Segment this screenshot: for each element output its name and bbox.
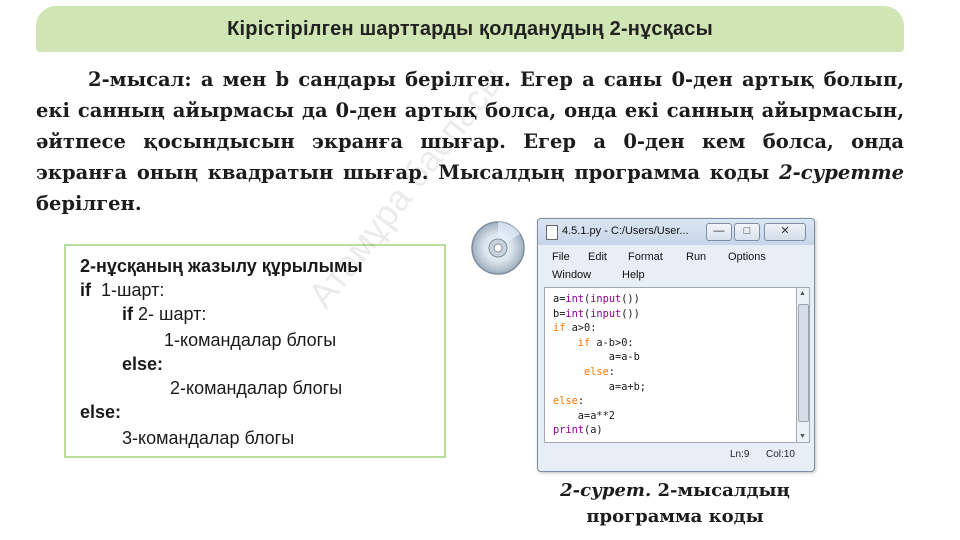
- keyword-if: if: [80, 280, 91, 300]
- scroll-down-arrow-icon[interactable]: ▼: [799, 433, 806, 440]
- window-titlebar[interactable]: 4.5.1.py - C:/Users/User... — □ ✕: [538, 219, 814, 245]
- close-button[interactable]: ✕: [764, 223, 806, 241]
- code-line: if a>0:: [553, 322, 597, 335]
- figure-caption: 2-сурет. 2-мысалдың программа коды: [540, 478, 810, 530]
- code-line: a=a-b: [553, 351, 640, 364]
- code-line: b=int(input()): [553, 307, 640, 320]
- section-title: Кірістірілген шарттарды қолданудың 2-нұс…: [227, 17, 713, 40]
- block-3: 3-командалар блогы: [122, 428, 295, 448]
- syntax-line-if1: if 1-шарт:: [80, 280, 164, 301]
- scrollbar-thumb[interactable]: [798, 304, 809, 422]
- code-line: else:: [553, 365, 615, 378]
- menu-format[interactable]: Format: [628, 251, 663, 263]
- keyword-else-outer: else:: [80, 402, 122, 422]
- menu-options[interactable]: Options: [728, 251, 766, 263]
- maximize-button[interactable]: □: [734, 223, 760, 241]
- keyword-else-inner: else:: [122, 354, 164, 374]
- menu-edit[interactable]: Edit: [588, 251, 607, 263]
- menu-help[interactable]: Help: [622, 269, 645, 281]
- idle-window: 4.5.1.py - C:/Users/User... — □ ✕ File E…: [537, 218, 815, 472]
- block-1: 1-командалар блогы: [164, 330, 337, 350]
- syntax-box: 2-нұсқаның жазылу құрылымы if 1-шарт: if…: [64, 244, 446, 458]
- section-banner: Кірістірілген шарттарды қолданудың 2-нұс…: [36, 6, 904, 52]
- status-bar: Ln:9 Col:10: [544, 445, 808, 465]
- window-title: 4.5.1.py - C:/Users/User...: [562, 225, 689, 237]
- scroll-up-arrow-icon[interactable]: ▲: [799, 290, 806, 297]
- code-line: else:: [553, 395, 585, 408]
- vertical-scrollbar[interactable]: ▲ ▼: [796, 287, 810, 443]
- block-2: 2-командалар блогы: [170, 378, 343, 398]
- code-line: a=a**2: [553, 409, 615, 422]
- menu-file[interactable]: File: [552, 251, 570, 263]
- status-col: Col:10: [766, 449, 795, 460]
- caption-ref: 2-сурет.: [560, 480, 652, 501]
- code-line: a=int(input()): [553, 293, 640, 305]
- keyword-if: if: [122, 304, 133, 324]
- figure-reference: 2-суретте: [779, 161, 904, 184]
- code-line: print(a): [553, 424, 603, 437]
- code-text: a=int(input()) b=int(input()) if a>0: if…: [553, 292, 646, 438]
- cd-disc-icon: [471, 221, 525, 275]
- code-line: a=a+b;: [553, 380, 646, 393]
- menu-run[interactable]: Run: [686, 251, 706, 263]
- condition-2: 2- шарт:: [138, 304, 207, 324]
- menu-window[interactable]: Window: [552, 269, 591, 281]
- python-file-icon: [546, 225, 558, 240]
- code-editor[interactable]: a=int(input()) b=int(input()) if a>0: if…: [544, 287, 798, 443]
- example-label: 2-мысал:: [88, 68, 192, 91]
- syntax-line-if2: if 2- шарт:: [122, 304, 206, 325]
- condition-1: 1-шарт:: [101, 280, 165, 300]
- code-line: if a-b>0:: [553, 336, 634, 349]
- menu-bar: File Edit Format Run Options Window Help: [544, 249, 808, 285]
- status-line: Ln:9: [730, 449, 750, 460]
- minimize-button[interactable]: —: [706, 223, 732, 241]
- example-text-end: берілген.: [36, 192, 142, 215]
